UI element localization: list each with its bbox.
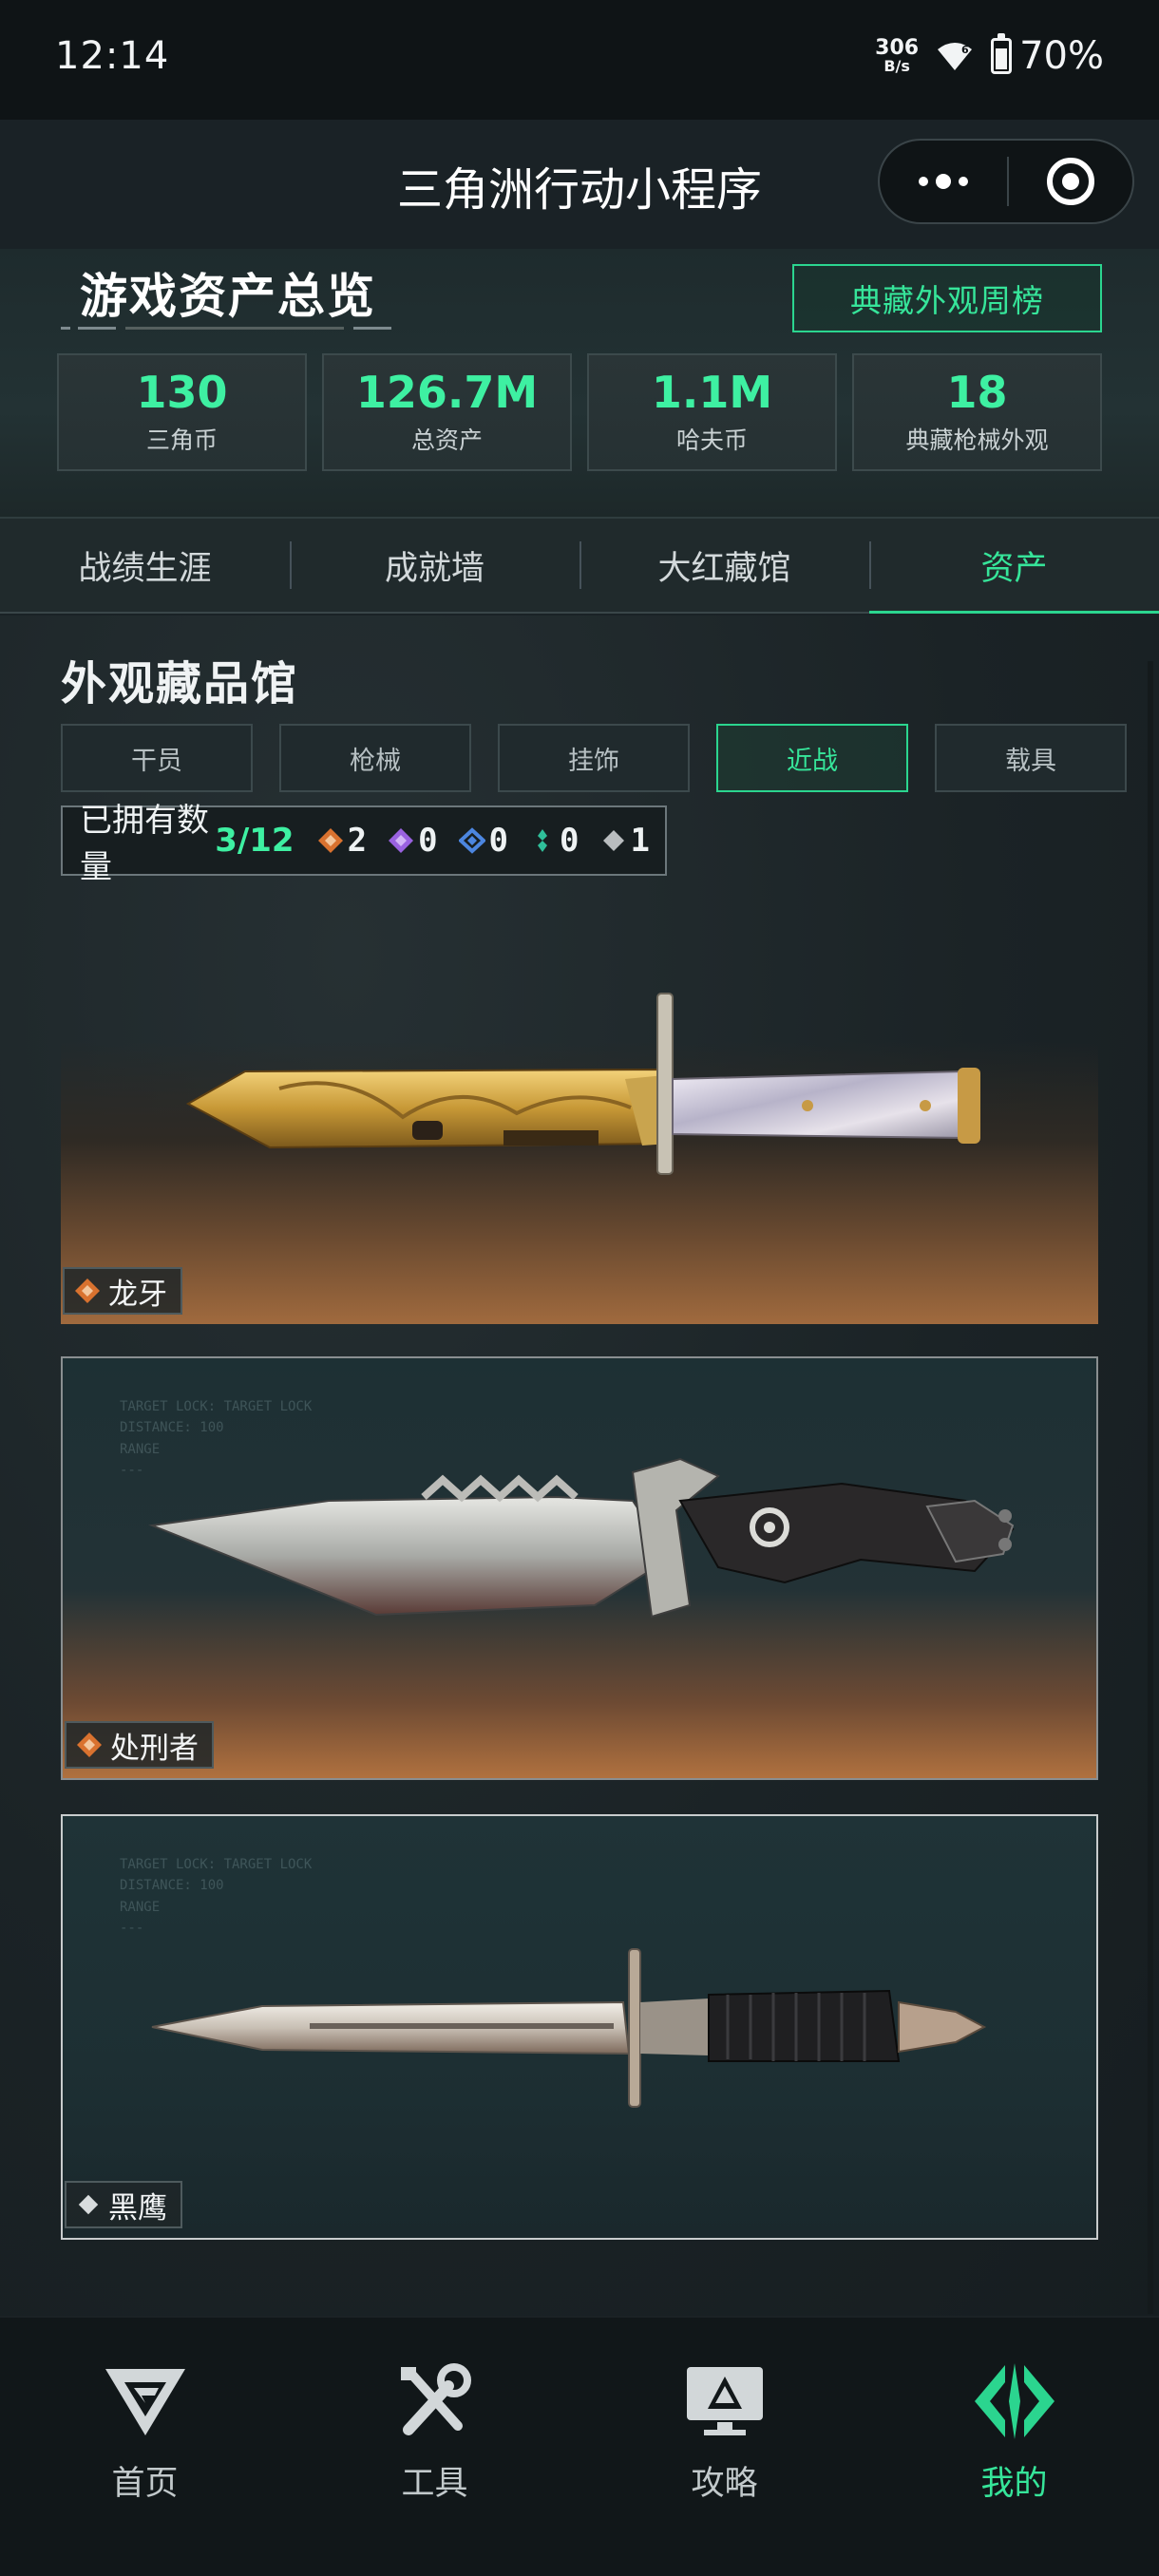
bottom-navigation: 首页 工具 攻略 我的 [0,2316,1159,2576]
owned-count: 3/12 [215,822,294,860]
battery: 70% [991,33,1104,78]
svg-text:6: 6 [961,44,969,56]
rarity-diamond-icon [538,829,548,852]
category-filters: 干员 枪械 挂饰 近战 载具 [61,724,1127,792]
collection-title: 外观藏品馆 [61,657,299,710]
rarity-count-epic: 0 [388,822,438,860]
nav-label: 工具 [401,2465,468,2503]
stat-label: 哈夫币 [675,426,748,455]
stat-value: 1.1M [651,366,773,418]
stat-value: 18 [946,366,1008,418]
profile-tabs: 战绩生涯 成就墙 大红藏馆 资产 [0,519,1159,614]
battery-icon [991,33,1013,74]
knife-image-executioner [148,1457,1015,1619]
delta-logo-icon [104,2369,185,2435]
stat-label: 典藏枪械外观 [905,426,1049,455]
skin-card-black-hawk[interactable]: TARGET LOCK: TARGET LOCK DISTANCE: 100 R… [61,1814,1098,2240]
nav-label: 攻略 [691,2465,758,2503]
rarity-count-common: 1 [600,822,650,860]
overview-title: 游戏资产总览 [80,269,376,324]
rarity-diamond-icon [75,1279,100,1303]
status-bar: 12:14 306 B/s 6 70% [0,0,1159,120]
skin-name-tag: 龙牙 [63,1267,182,1315]
filter-vehicles[interactable]: 载具 [935,724,1127,792]
network-speed-unit: B/s [884,57,910,75]
weekly-ranking-button[interactable]: 典藏外观周榜 [792,264,1102,332]
stat-label: 三角币 [145,426,218,455]
scrollbar[interactable] [1148,661,1153,2314]
nav-guide[interactable]: 攻略 [580,2318,869,2576]
status-time: 12:14 [55,34,170,78]
rarity-diamond-icon [317,828,343,853]
skin-name-tag: 黑鹰 [65,2181,182,2228]
skin-name-tag: 处刑者 [65,1721,214,1769]
wifi-icon: 6 [938,43,973,70]
owned-label: 已拥有数量 [80,802,209,886]
close-miniprogram-button[interactable] [1009,158,1132,205]
asset-overview-panel: 游戏资产总览 典藏外观周榜 130 三角币 126.7M 总资产 1.1M 哈夫… [0,249,1159,524]
more-dot-icon [959,177,968,186]
skin-card-executioner[interactable]: TARGET LOCK: TARGET LOCK DISTANCE: 100 R… [61,1356,1098,1780]
stat-label: 总资产 [410,426,483,455]
filter-operators[interactable]: 干员 [61,724,253,792]
skin-name: 龙牙 [108,1277,167,1312]
knife-image-dragon-fang [185,993,980,1175]
stat-value: 126.7M [355,366,539,418]
filter-guns[interactable]: 枪械 [279,724,471,792]
more-dot-icon [936,174,951,189]
rarity-diamond-icon [78,2194,99,2215]
skin-name: 处刑者 [110,1731,199,1766]
rarity-diamond-icon [77,1733,102,1757]
battery-percent: 70% [1019,34,1104,78]
more-button[interactable] [880,141,1007,222]
nav-home[interactable]: 首页 [0,2318,290,2576]
skin-name: 黑鹰 [108,2190,167,2226]
nav-label: 我的 [980,2465,1048,2503]
stat-delta-coin[interactable]: 130 三角币 [57,353,307,471]
tab-career[interactable]: 战绩生涯 [0,519,290,612]
rarity-count-uncommon: 0 [529,822,580,860]
knife-image-black-hawk [151,1948,987,2108]
miniprogram-capsule [878,139,1134,224]
tools-icon [400,2363,471,2435]
rarity-diamond-icon [389,828,414,853]
nav-profile[interactable]: 我的 [869,2318,1159,2576]
tab-assets[interactable]: 资产 [869,519,1159,614]
filter-charms[interactable]: 挂饰 [498,724,690,792]
nav-tools[interactable]: 工具 [290,2318,580,2576]
stats-row: 130 三角币 126.7M 总资产 1.1M 哈夫币 18 典藏枪械外观 [57,353,1102,471]
skin-card-dragon-fang[interactable]: 龙牙 [61,889,1098,1324]
tab-achievements[interactable]: 成就墙 [290,519,580,612]
skin-collection: 外观藏品馆 干员 枪械 挂饰 近战 载具 已拥有数量 3/12 2 0 0 0 … [0,616,1159,2316]
stat-value: 130 [136,366,228,418]
status-indicators: 306 B/s 6 70% [875,33,1104,78]
stat-total-assets[interactable]: 126.7M 总资产 [322,353,572,471]
rarity-count-legendary: 2 [317,822,367,860]
network-speed-value: 306 [875,36,920,60]
rarity-count-rare: 0 [458,822,508,860]
filter-melee[interactable]: 近战 [716,724,908,792]
target-icon [1047,158,1094,205]
network-speed: 306 B/s [875,38,919,74]
more-dot-icon [919,177,928,186]
rarity-diamond-icon [602,830,624,851]
stat-haf-coin[interactable]: 1.1M 哈夫币 [587,353,837,471]
title-underline [61,325,412,331]
tab-red-collection[interactable]: 大红藏馆 [580,519,869,612]
nav-label: 首页 [111,2465,179,2503]
rarity-diamond-icon [458,827,485,854]
owned-count-bar: 已拥有数量 3/12 2 0 0 0 1 [61,802,667,886]
profile-diamond-icon [974,2363,1054,2439]
monitor-guide-icon [686,2367,763,2435]
stat-collectible-skins[interactable]: 18 典藏枪械外观 [852,353,1102,471]
